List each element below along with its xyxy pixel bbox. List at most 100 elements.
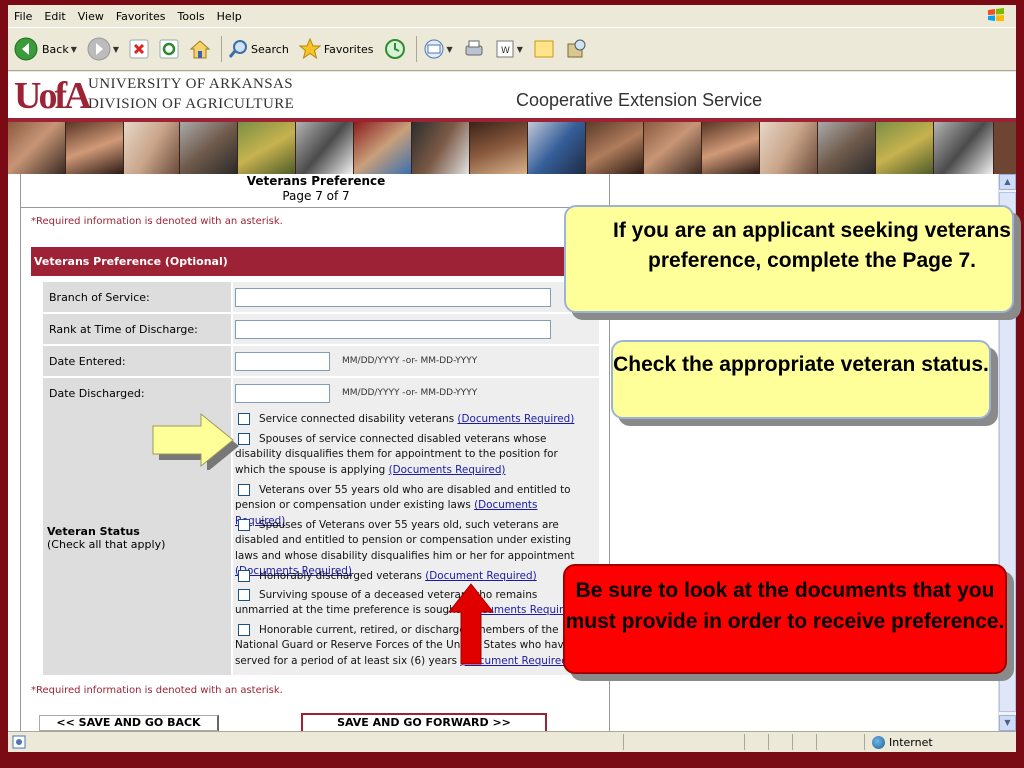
page-number: Page 7 of 7	[282, 189, 350, 203]
printer-icon	[465, 40, 483, 56]
search-icon	[228, 40, 248, 58]
required-note: *Required information is denoted with an…	[31, 216, 283, 227]
menu-help[interactable]: Help	[217, 10, 242, 23]
forward-arrow-icon	[87, 37, 111, 61]
toolbar-separator	[415, 36, 417, 62]
scroll-down-arrow-icon[interactable]: ▼	[999, 715, 1016, 731]
site-header: UofA UNIVERSITY OF ARKANSAS DIVISION OF …	[8, 72, 1016, 117]
word-document-icon: W	[496, 40, 514, 58]
option-surviving-spouse: Surviving spouse of a deceased veteran w…	[235, 589, 581, 617]
back-button[interactable]: Back ▼	[14, 37, 77, 61]
date-format-hint: MM/DD/YYYY -or- MM-DD-YYYY	[342, 356, 478, 366]
callout-instructions: If you are an applicant seeking veterans…	[564, 205, 1014, 313]
date-entered-input[interactable]	[235, 351, 330, 371]
documents-link[interactable]: (Documents Required)	[389, 464, 506, 476]
rank-at-discharge-input[interactable]	[235, 319, 551, 339]
form-panel: Veterans Preference Page 7 of 7 *Require…	[20, 174, 611, 731]
branch-field-cell	[233, 282, 599, 312]
documents-link[interactable]: (Document Required)	[425, 570, 537, 582]
checkbox[interactable]	[238, 624, 250, 636]
history-button[interactable]	[384, 38, 406, 60]
edit-button[interactable]: W ▼	[495, 39, 523, 59]
checkbox[interactable]	[238, 413, 250, 425]
home-icon	[189, 40, 211, 59]
option-guard-reserve: Honorable current, retired, or discharge…	[235, 624, 572, 667]
photo	[702, 122, 760, 174]
menu-favorites[interactable]: Favorites	[116, 10, 166, 23]
research-button[interactable]	[565, 38, 587, 60]
branch-of-service-input[interactable]	[235, 287, 551, 307]
save-and-go-back-button[interactable]: << SAVE AND GO BACK	[39, 715, 219, 731]
photo	[876, 122, 934, 174]
status-divider	[623, 734, 624, 750]
photo	[296, 122, 354, 174]
divider	[21, 207, 611, 208]
date-discharged-cell: MM/DD/YYYY -or- MM-DD-YYYY	[233, 378, 599, 408]
scroll-up-arrow-icon[interactable]: ▲	[999, 174, 1016, 190]
toolbar: Back ▼ ▼ Search Favorites ▼ W ▼	[8, 27, 1016, 71]
status-divider	[864, 734, 865, 750]
research-icon	[567, 39, 586, 58]
checkbox[interactable]	[238, 570, 250, 582]
favorites-button[interactable]: Favorites	[298, 38, 374, 60]
note-icon	[534, 40, 554, 58]
windows-logo-icon	[988, 8, 1004, 21]
discuss-button[interactable]	[533, 38, 555, 60]
status-divider	[744, 734, 745, 750]
photo	[586, 122, 644, 174]
date-discharged-input[interactable]	[235, 383, 330, 403]
veteran-status-options: Service connected disability veterans (D…	[233, 408, 599, 675]
documents-link[interactable]: (Documents Required)	[457, 413, 574, 425]
rank-field-cell	[233, 314, 599, 344]
menu-edit[interactable]: Edit	[44, 10, 65, 23]
checkbox[interactable]	[238, 519, 250, 531]
section-header: Veterans Preference (Optional)	[31, 247, 609, 276]
date-format-hint: MM/DD/YYYY -or- MM-DD-YYYY	[342, 388, 478, 398]
star-icon	[298, 38, 321, 60]
search-button[interactable]: Search	[228, 39, 289, 59]
photo	[238, 122, 296, 174]
photo	[412, 122, 470, 174]
photo	[66, 122, 124, 174]
rank-label: Rank at Time of Discharge:	[43, 314, 231, 344]
checkbox[interactable]	[238, 589, 250, 601]
menu-view[interactable]: View	[78, 10, 104, 23]
menu-bar: File Edit View Favorites Tools Help	[8, 5, 1016, 27]
header-photo-strip	[8, 122, 1016, 174]
status-divider	[768, 734, 769, 750]
date-entered-label: Date Entered:	[43, 346, 231, 376]
photo	[760, 122, 818, 174]
status-divider	[816, 734, 817, 750]
mail-button[interactable]: ▼	[423, 38, 453, 60]
menu-tools[interactable]: Tools	[178, 10, 205, 23]
save-and-go-forward-button[interactable]: SAVE AND GO FORWARD >>	[301, 713, 547, 731]
option-spouse-disabled: Spouses of service connected disabled ve…	[235, 433, 558, 476]
checkbox[interactable]	[238, 484, 250, 496]
forward-button[interactable]: ▼	[87, 37, 119, 61]
refresh-button[interactable]	[159, 39, 179, 59]
stop-icon	[129, 39, 149, 59]
veteran-status-label: Veteran Status (Check all that apply)	[47, 525, 166, 551]
photo	[934, 122, 994, 174]
photo	[8, 122, 66, 174]
checkbox[interactable]	[238, 433, 250, 445]
header-service-title: Cooperative Extension Service	[516, 90, 763, 110]
home-button[interactable]	[189, 38, 211, 60]
photo	[180, 122, 238, 174]
callout-check-status: Check the appropriate veteran status.	[611, 340, 991, 419]
stop-button[interactable]	[129, 39, 149, 59]
branch-label: Branch of Service:	[43, 282, 231, 312]
status-bar: Internet	[8, 731, 1016, 752]
status-divider	[792, 734, 793, 750]
print-button[interactable]	[463, 38, 485, 60]
date-discharged-label: Date Discharged:	[43, 378, 231, 408]
back-arrow-icon	[14, 37, 38, 61]
photo	[124, 122, 180, 174]
history-icon	[384, 39, 405, 59]
menu-file[interactable]: File	[14, 10, 32, 23]
page-icon	[12, 735, 26, 749]
option-honorably-discharged: Honorably discharged veterans (Document …	[235, 569, 585, 584]
option-service-connected: Service connected disability veterans (D…	[235, 412, 585, 427]
photo	[470, 122, 528, 174]
toolbar-separator	[221, 36, 223, 62]
